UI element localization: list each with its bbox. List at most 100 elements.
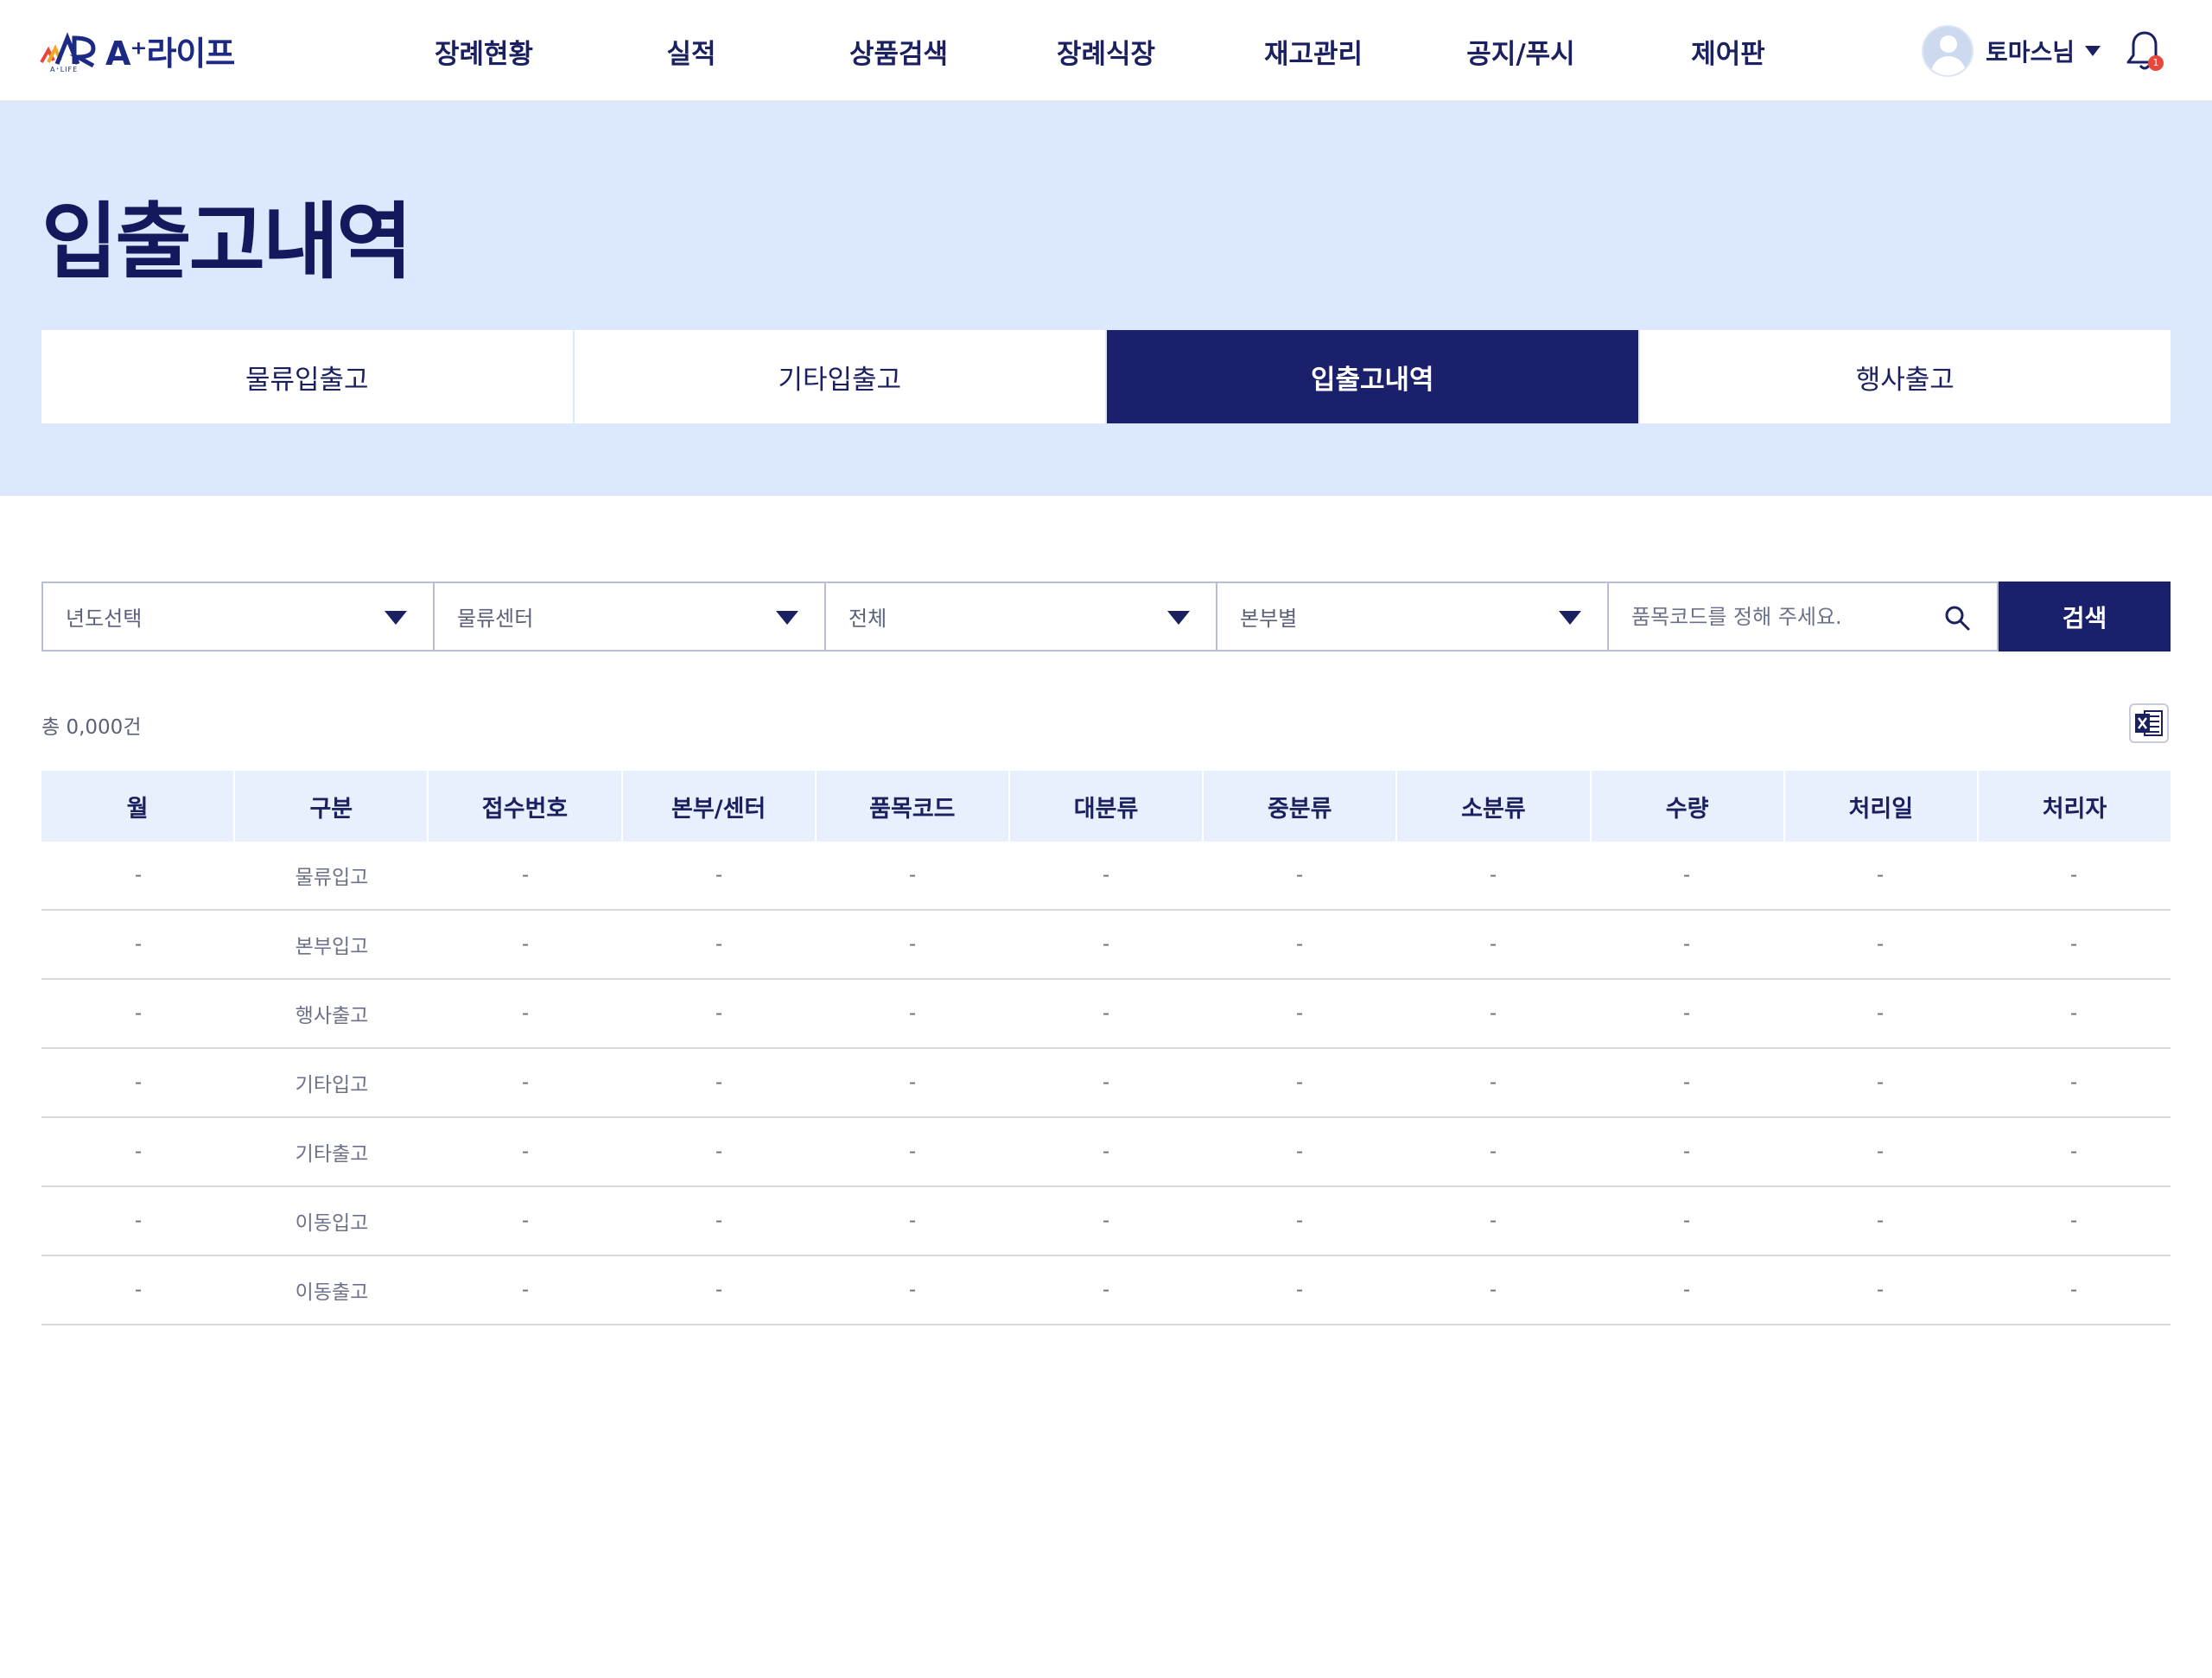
table-cell: -	[908, 1071, 917, 1094]
table-cell: -	[715, 1210, 723, 1232]
table-cell: -	[1295, 933, 1304, 956]
table-cell: -	[134, 1279, 143, 1301]
dropdown-arrow-icon	[1559, 611, 1581, 625]
type-select[interactable]: 전체	[824, 582, 1216, 651]
table-cell: -	[715, 864, 723, 887]
notification-button[interactable]: 1	[2120, 28, 2169, 76]
table-cell: -	[134, 1210, 143, 1232]
division-select[interactable]: 본부별	[1216, 582, 1607, 651]
table-cell: -	[1682, 1071, 1691, 1094]
table-row[interactable]: - 행사출고 - - - - - - - - -	[41, 980, 2171, 1049]
logo-text: A⁺라이프	[105, 34, 235, 73]
table-cell: -	[715, 1071, 723, 1094]
table-cell: -	[1295, 1210, 1304, 1232]
table-header: 월 구분 접수번호 본부/센터 품목코드 대분류 중분류 소분류 수량 처리일 …	[41, 771, 2171, 842]
column-header[interactable]: 품목코드	[816, 771, 1010, 842]
logo-subtext: A⁺LIFE	[50, 66, 79, 73]
table-cell: -	[1489, 1141, 1497, 1163]
notification-badge: 1	[2148, 55, 2164, 71]
table-cell: -	[1682, 1210, 1691, 1232]
table-row[interactable]: - 기타출고 - - - - - - - - -	[41, 1118, 2171, 1187]
search-icon[interactable]	[1943, 604, 1971, 632]
table-cell: 기타출고	[295, 1143, 369, 1166]
tab-inout-history[interactable]: 입출고내역	[1107, 330, 1640, 423]
nav-product-search[interactable]: 상품검색	[795, 0, 1002, 102]
column-header[interactable]: 중분류	[1204, 771, 1398, 842]
nav-notice-push[interactable]: 공지/푸시	[1417, 0, 1624, 102]
table-cell: -	[2069, 1141, 2078, 1163]
table-cell: -	[521, 1071, 530, 1094]
table-cell: -	[1102, 933, 1110, 956]
table-cell: -	[2069, 1002, 2078, 1025]
table-cell: -	[715, 1002, 723, 1025]
nav-inventory[interactable]: 재고관리	[1210, 0, 1417, 102]
center-select[interactable]: 물류센터	[433, 582, 824, 651]
nav-funeral-status[interactable]: 장례현황	[380, 0, 588, 102]
nav-control-panel[interactable]: 제어판	[1624, 0, 1832, 102]
table-cell: -	[908, 1210, 917, 1232]
column-header[interactable]: 소분류	[1397, 771, 1592, 842]
bell-icon	[2126, 31, 2163, 70]
table-row[interactable]: - 기타입고 - - - - - - - - -	[41, 1049, 2171, 1118]
year-select[interactable]: 년도선택	[41, 582, 433, 651]
table-cell: -	[134, 864, 143, 887]
excel-download-button[interactable]	[2129, 703, 2169, 743]
dropdown-arrow-icon	[385, 611, 407, 625]
column-header[interactable]: 본부/센터	[622, 771, 817, 842]
column-header[interactable]: 대분류	[1009, 771, 1205, 842]
table-cell: -	[1876, 1279, 1885, 1301]
table-cell: 물류입고	[295, 867, 369, 889]
table-cell: -	[1876, 933, 1885, 956]
table-cell: -	[521, 1210, 530, 1232]
logo[interactable]: A⁺라이프 A⁺LIFE	[40, 26, 235, 74]
table-row[interactable]: - 본부입고 - - - - - - - - -	[41, 911, 2171, 980]
table-cell: -	[521, 1141, 530, 1163]
tab-other-inout[interactable]: 기타입출고	[574, 330, 1107, 423]
tab-event-release[interactable]: 행사출고	[1639, 330, 2171, 423]
logo-mark-icon	[40, 32, 96, 68]
type-select-value: 전체	[849, 607, 887, 631]
table-cell: -	[521, 864, 530, 887]
table-cell: -	[908, 1279, 917, 1301]
table-row[interactable]: - 이동출고 - - - - - - - - -	[41, 1256, 2171, 1325]
year-select-value: 년도선택	[66, 607, 143, 631]
nav-funeral-hall[interactable]: 장례식장	[1002, 0, 1210, 102]
table-cell: -	[1102, 1279, 1110, 1301]
table-cell: -	[715, 1141, 723, 1163]
table-cell: -	[908, 864, 917, 887]
center-select-value: 물류센터	[457, 607, 534, 631]
dropdown-arrow-icon	[776, 611, 798, 625]
column-header[interactable]: 처리일	[1784, 771, 1979, 842]
sub-tabs: 물류입출고 기타입출고 입출고내역 행사출고	[41, 330, 2171, 423]
tab-logistics-inout[interactable]: 물류입출고	[41, 330, 575, 423]
column-header[interactable]: 수량	[1591, 771, 1785, 842]
column-header[interactable]: 구분	[235, 771, 429, 842]
table-cell: -	[1295, 1002, 1304, 1025]
search-box	[1607, 582, 1999, 651]
nav-performance[interactable]: 실적	[588, 0, 795, 102]
table-cell: 기타입고	[295, 1074, 369, 1096]
table-cell: 이동출고	[295, 1281, 369, 1304]
user-menu[interactable]: 토마스님	[1922, 24, 2101, 78]
table-cell: -	[521, 933, 530, 956]
table-cell: -	[1876, 864, 1885, 887]
column-header[interactable]: 월	[41, 771, 236, 842]
table-cell: -	[1876, 1141, 1885, 1163]
search-button[interactable]: 검색	[1999, 582, 2171, 651]
table-cell: -	[1102, 1002, 1110, 1025]
table-cell: -	[1682, 1279, 1691, 1301]
column-header[interactable]: 처리자	[1978, 771, 2171, 842]
table-cell: -	[1489, 1071, 1497, 1094]
table-cell: -	[1682, 1002, 1691, 1025]
table-cell: -	[2069, 1279, 2078, 1301]
column-header[interactable]: 접수번호	[429, 771, 623, 842]
table-cell: -	[1102, 1141, 1110, 1163]
table-row[interactable]: - 물류입고 - - - - - - - - -	[41, 842, 2171, 911]
table-cell: 이동입고	[295, 1212, 369, 1235]
item-code-search-input[interactable]	[1609, 583, 1937, 650]
table-row[interactable]: - 이동입고 - - - - - - - - -	[41, 1187, 2171, 1256]
table-cell: -	[715, 933, 723, 956]
table-cell: -	[521, 1279, 530, 1301]
table-cell: -	[1489, 1279, 1497, 1301]
total-count: 총 0,000건	[41, 716, 142, 739]
